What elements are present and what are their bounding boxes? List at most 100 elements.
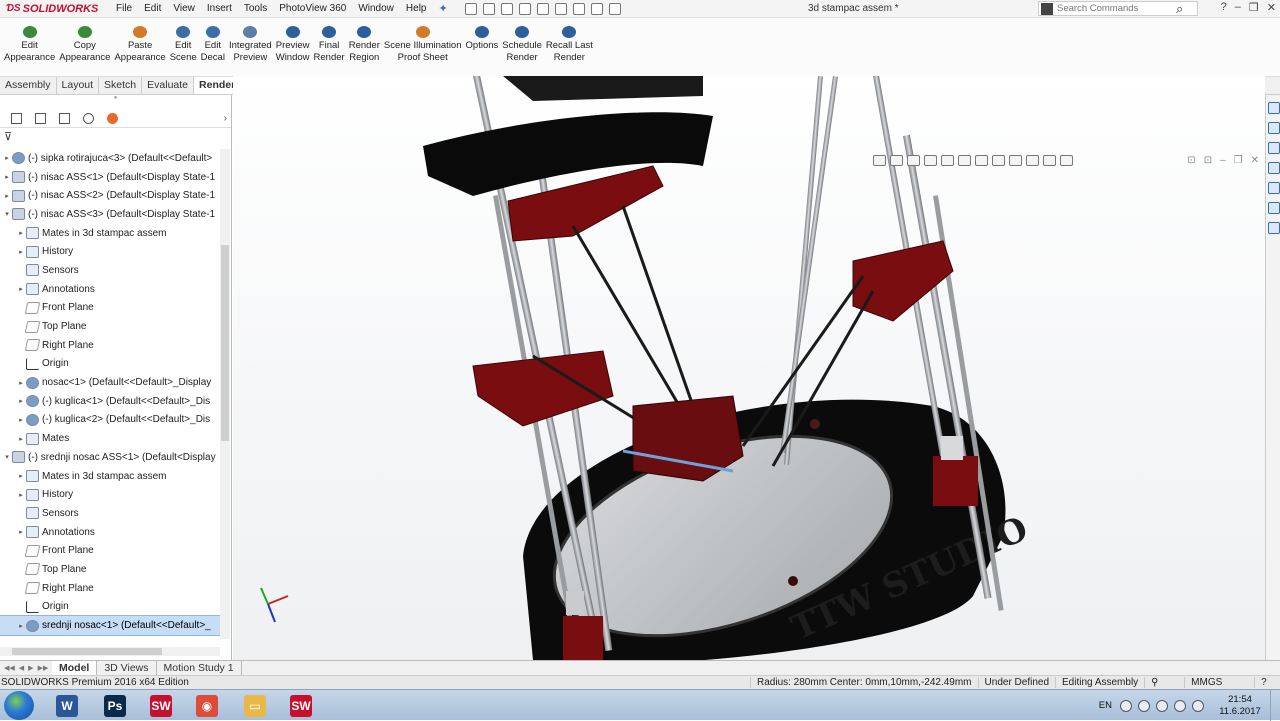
expand-toggle-icon[interactable]: ▸ xyxy=(2,154,12,162)
tab-sketch[interactable]: Sketch xyxy=(99,77,143,94)
close-button[interactable]: ✕ xyxy=(1267,1,1276,14)
display-manager-tab-icon[interactable] xyxy=(100,109,124,127)
edit-appearance-hud-icon[interactable] xyxy=(1009,155,1022,166)
options-button[interactable]: Options xyxy=(464,26,501,52)
tree-node[interactable]: ▸ History xyxy=(0,485,220,504)
viewport-split-icon[interactable]: ⊡ xyxy=(1187,155,1195,166)
menu-tools[interactable]: Tools xyxy=(238,3,273,14)
language-indicator[interactable]: EN xyxy=(1099,700,1112,711)
menu-photoview-360[interactable]: PhotoView 360 xyxy=(273,3,352,14)
print-icon[interactable] xyxy=(518,2,531,15)
tree-node[interactable]: ▸ Annotations xyxy=(0,280,220,299)
search-scope-icon[interactable] xyxy=(1041,2,1053,15)
open-icon[interactable] xyxy=(482,2,495,15)
edit-decal-button[interactable]: Edit Decal xyxy=(199,26,227,64)
taskbar-photoshop-button[interactable]: Ps xyxy=(94,692,136,719)
filter-icon[interactable]: ⊽ xyxy=(0,128,231,146)
tab-assembly[interactable]: Assembly xyxy=(0,77,57,94)
tree-node[interactable]: ▸ srednji nosac<1> (Default<<Default>_ xyxy=(0,615,220,636)
tree-node[interactable]: ▸ nosac<1> (Default<<Default>_Display xyxy=(0,373,220,392)
help-tray-icon[interactable] xyxy=(1138,699,1150,712)
status-help-icon[interactable]: ? xyxy=(1254,677,1273,688)
proof-sheet-button[interactable]: Scene Illumination Proof Sheet xyxy=(382,26,464,64)
restore-button[interactable]: ❐ xyxy=(1249,1,1259,14)
final-render-button[interactable]: Final Render xyxy=(312,26,347,64)
network-icon[interactable] xyxy=(1174,699,1186,712)
dimxpert-tab-icon[interactable] xyxy=(76,109,100,127)
design-library-icon[interactable] xyxy=(1268,122,1280,134)
tree-node[interactable]: Sensors xyxy=(0,261,220,280)
expand-toggle-icon[interactable]: ▸ xyxy=(16,528,26,536)
tree-node[interactable]: ▸ (-) nisac ASS<2> (Default<Display State… xyxy=(0,186,220,205)
recall-render-button[interactable]: Recall Last Render xyxy=(544,26,595,64)
menu-edit[interactable]: Edit xyxy=(138,3,167,14)
section-view-icon[interactable] xyxy=(924,155,937,166)
clock[interactable]: 21:54 11.6.2017 xyxy=(1210,694,1270,718)
schedule-render-button[interactable]: Schedule Render xyxy=(500,26,544,64)
taskbar-solidworks-active-button[interactable]: SW xyxy=(280,692,322,719)
viewport-tile-icon[interactable]: ⊡ xyxy=(1204,155,1212,166)
configuration-manager-tab-icon[interactable] xyxy=(52,109,76,127)
search-commands-input[interactable]: Search Commands xyxy=(1038,1,1198,16)
apply-scene-icon[interactable] xyxy=(1026,155,1039,166)
expand-toggle-icon[interactable]: ▸ xyxy=(2,192,12,200)
tree-node[interactable]: Front Plane xyxy=(0,299,220,318)
tab-layout[interactable]: Layout xyxy=(57,77,100,94)
solidworks-resources-icon[interactable] xyxy=(1268,102,1280,114)
custom-properties-icon[interactable] xyxy=(1268,202,1280,214)
flag-icon[interactable] xyxy=(1156,699,1168,712)
minimize-button[interactable]: – xyxy=(1235,1,1241,14)
appearances-scenes-icon[interactable] xyxy=(1268,182,1280,194)
tree-node[interactable]: ▾ (-) srednji nosac ASS<1> (Default<Displ… xyxy=(0,448,220,467)
expand-toggle-icon[interactable]: ▸ xyxy=(16,435,26,443)
view-settings-icon[interactable] xyxy=(1043,155,1056,166)
tree-node[interactable]: Top Plane xyxy=(0,560,220,579)
expand-toggle-icon[interactable]: ▸ xyxy=(16,229,26,237)
taskbar-chrome-button[interactable]: ◉ xyxy=(186,692,228,719)
expand-toggle-icon[interactable]: ▾ xyxy=(2,210,12,218)
solidworks-logo[interactable]: ƊS SOLIDWORKS xyxy=(0,0,110,18)
search-icon[interactable]: ⌕ xyxy=(1176,1,1183,17)
expand-toggle-icon[interactable]: ▸ xyxy=(16,416,26,424)
zoom-area-icon[interactable] xyxy=(890,155,903,166)
feature-manager-tab-icon[interactable] xyxy=(4,109,28,127)
expand-toggle-icon[interactable]: ▸ xyxy=(16,491,26,499)
tree-node[interactable]: ▸ (-) nisac ASS<1> (Default<Display State… xyxy=(0,168,220,187)
tree-node[interactable]: Front Plane xyxy=(0,541,220,560)
units-selector[interactable]: MMGS xyxy=(1184,677,1254,688)
start-button[interactable] xyxy=(4,691,34,720)
pin-icon[interactable]: ✦ xyxy=(438,2,447,15)
tree-node[interactable]: ▸ (-) kuglica<2> (Default<<Default>_Dis xyxy=(0,411,220,430)
select-icon[interactable] xyxy=(554,2,567,15)
tree-node[interactable]: Origin xyxy=(0,355,220,374)
tree-horizontal-scrollbar[interactable] xyxy=(0,647,220,656)
tree-node[interactable]: ▸ (-) kuglica<1> (Default<<Default>_Dis xyxy=(0,392,220,411)
menu-file[interactable]: File xyxy=(110,3,138,14)
rebuild-icon[interactable] xyxy=(572,2,585,15)
tree-node[interactable]: Sensors xyxy=(0,504,220,523)
bottom-tab-motion-study-1[interactable]: Motion Study 1 xyxy=(157,661,242,675)
tree-node[interactable]: ▸ (-) sipka rotirajuca<3> (Default<<Defau… xyxy=(0,149,220,168)
expand-toggle-icon[interactable]: ▸ xyxy=(16,285,26,293)
preview-window-button[interactable]: Preview Window xyxy=(274,26,312,64)
chevron-right-icon[interactable]: › xyxy=(224,113,227,124)
file-explorer-pane-icon[interactable] xyxy=(1268,142,1280,154)
tree-node[interactable]: ▸ Mates xyxy=(0,429,220,448)
hide-show-items-icon[interactable] xyxy=(992,155,1005,166)
show-desktop-button[interactable] xyxy=(1270,690,1280,721)
file-properties-icon[interactable] xyxy=(590,2,603,15)
viewport-minimize-button[interactable]: – xyxy=(1220,155,1226,166)
printer-model[interactable]: TTW STUDIO xyxy=(233,76,1265,660)
viewport-restore-button[interactable]: ❐ xyxy=(1234,155,1243,166)
edit-scene-button[interactable]: Edit Scene xyxy=(168,26,199,64)
expand-toggle-icon[interactable]: ▾ xyxy=(2,453,12,461)
paste-appearance-button[interactable]: Paste Appearance xyxy=(112,26,167,64)
first-tab-icon[interactable]: ◀◀ xyxy=(4,664,15,672)
dynamic-annotation-icon[interactable] xyxy=(941,155,954,166)
view-palette-icon[interactable] xyxy=(1268,162,1280,174)
bottom-tab-3d-views[interactable]: 3D Views xyxy=(97,661,157,675)
tree-node[interactable]: Right Plane xyxy=(0,336,220,355)
next-tab-icon[interactable]: ▶ xyxy=(28,664,33,672)
options-gear-icon[interactable] xyxy=(608,2,621,15)
zoom-to-fit-icon[interactable] xyxy=(873,155,886,166)
